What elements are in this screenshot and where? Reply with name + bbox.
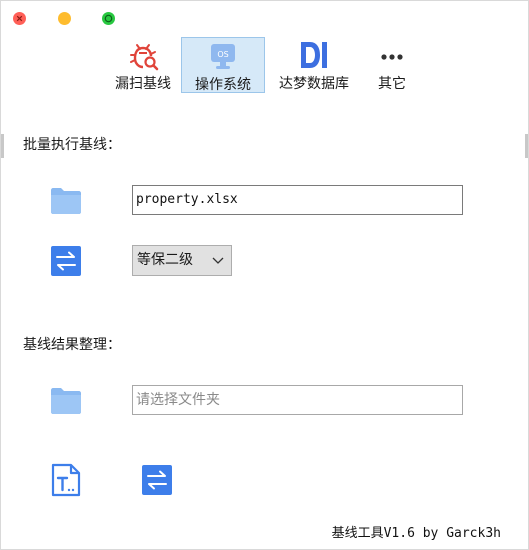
results-section-title: 基线结果整理：	[23, 337, 121, 353]
compliance-level-select[interactable]: 等保二级	[132, 245, 232, 276]
bug-scan-icon	[130, 44, 159, 71]
execute-baseline-button[interactable]	[49, 244, 83, 278]
folder-icon	[51, 188, 81, 214]
text-document-icon	[51, 463, 81, 497]
tab-other-label: 其它	[378, 76, 406, 92]
os-monitor-icon: OS	[211, 44, 235, 69]
maximize-window-button[interactable]	[102, 12, 115, 25]
left-scroll-edge	[1, 134, 4, 158]
main-toolbar: 漏扫基线 OS 操作系统 达梦数据库 其它	[105, 37, 421, 93]
organize-results-button[interactable]	[140, 463, 174, 497]
select-folder-button[interactable]	[49, 384, 83, 418]
dm-database-icon	[301, 42, 327, 68]
chevron-down-icon	[212, 257, 224, 264]
app-window: 漏扫基线 OS 操作系统 达梦数据库 其它 批量执行基线： property.x…	[0, 0, 529, 550]
close-window-button[interactable]	[13, 12, 26, 25]
swap-arrows-icon	[142, 465, 172, 495]
more-dots-icon	[381, 54, 403, 60]
tab-operating-system[interactable]: OS 操作系统	[181, 37, 265, 93]
os-icon-text: OS	[217, 50, 228, 59]
tab-vuln-baseline-label: 漏扫基线	[115, 76, 171, 92]
tab-operating-system-label: 操作系统	[195, 77, 251, 93]
minimize-window-button[interactable]	[58, 12, 71, 25]
text-document-button[interactable]	[49, 463, 83, 497]
tab-other[interactable]: 其它	[363, 37, 421, 93]
excel-file-input[interactable]: property.xlsx	[132, 185, 463, 215]
folder-icon	[51, 388, 81, 414]
swap-arrows-icon	[51, 246, 81, 276]
close-icon	[16, 15, 23, 22]
version-footer: 基线工具V1.6 by Garck3h	[331, 526, 501, 541]
select-file-button[interactable]	[49, 184, 83, 218]
tab-vuln-baseline[interactable]: 漏扫基线	[105, 37, 181, 93]
tab-dm-database-label: 达梦数据库	[279, 76, 349, 92]
right-scroll-edge	[525, 134, 528, 158]
folder-path-input[interactable]: 请选择文件夹	[132, 385, 463, 415]
compliance-level-value: 等保二级	[137, 252, 193, 268]
batch-section-title: 批量执行基线：	[23, 137, 121, 153]
maximize-icon	[104, 14, 113, 23]
tab-dm-database[interactable]: 达梦数据库	[265, 37, 363, 93]
